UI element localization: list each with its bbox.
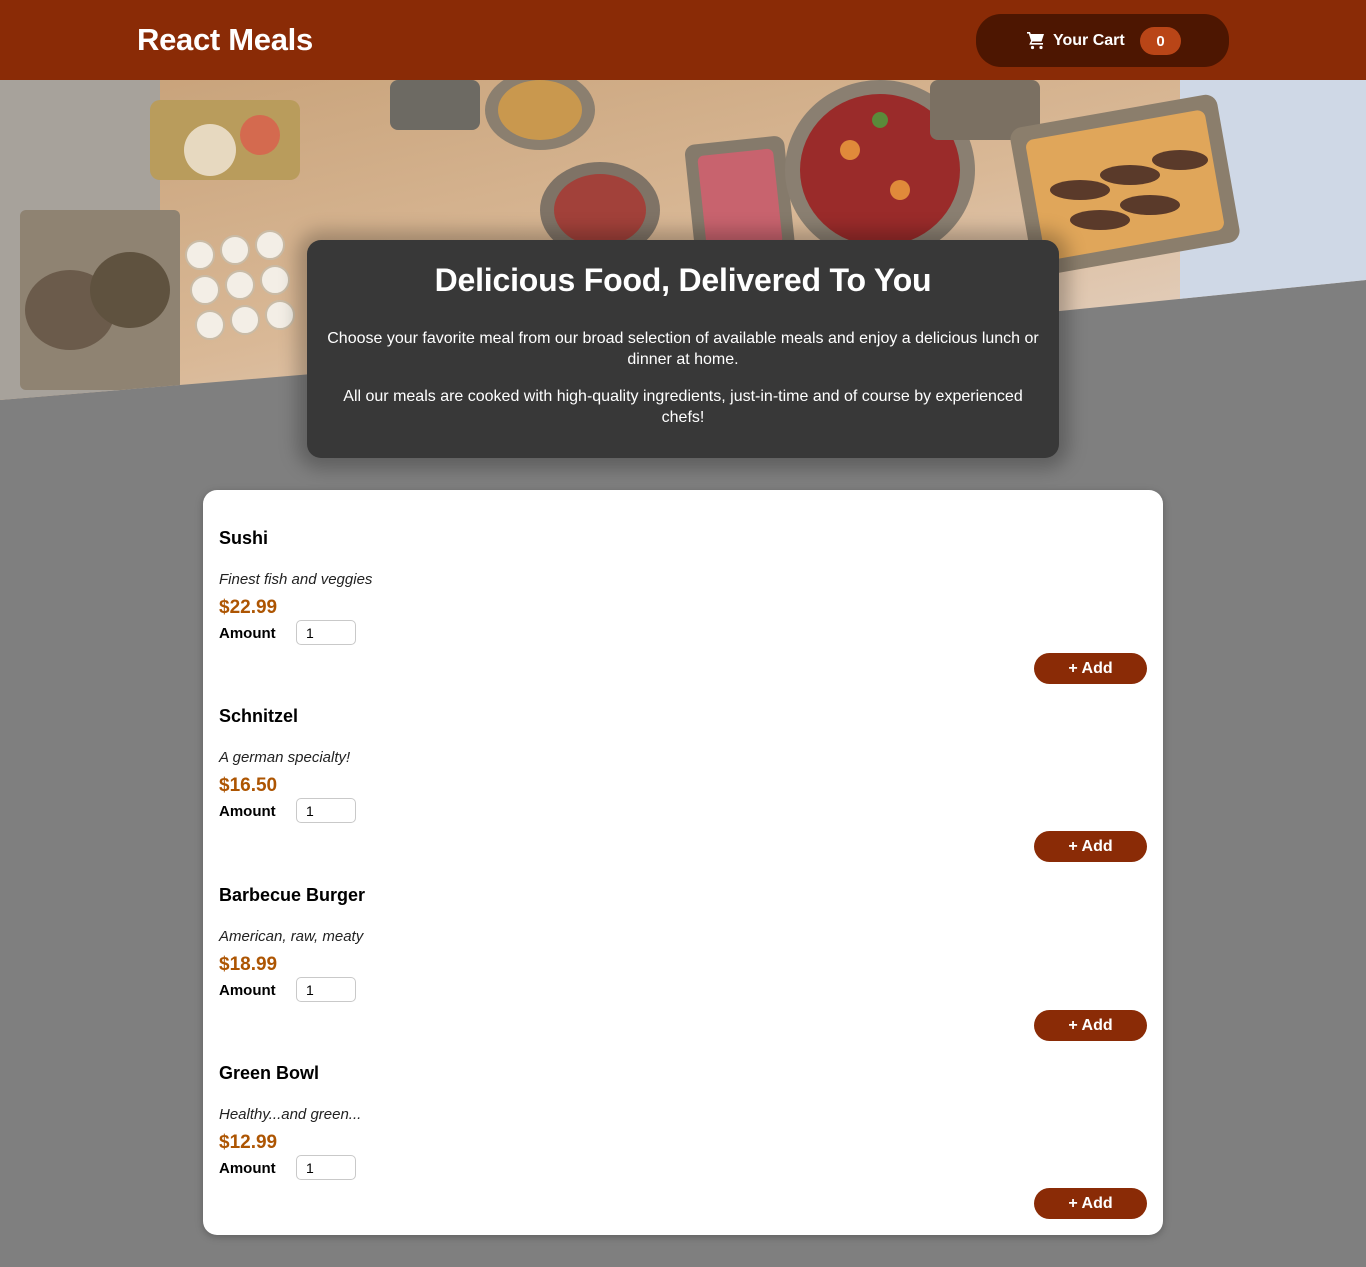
meal-name: Sushi (219, 528, 269, 548)
meal-description: Healthy...and green... (219, 1106, 362, 1123)
amount-input[interactable] (296, 798, 356, 823)
meal-name: Schnitzel (219, 706, 299, 726)
meal-description: A german specialty! (219, 749, 351, 766)
amount-input[interactable] (296, 977, 356, 1002)
cart-icon (1027, 32, 1044, 50)
meal-price: $22.99 (219, 597, 278, 618)
add-button[interactable]: + Add (1034, 653, 1147, 684)
meal-name: Barbecue Burger (219, 885, 366, 905)
summary-heading: Delicious Food, Delivered To You (434, 262, 932, 298)
meal-item: Barbecue Burger American, raw, meaty $18… (203, 847, 1163, 1041)
meal-item: Sushi Finest fish and veggies $22.99 Amo… (203, 490, 1163, 684)
meal-description: Finest fish and veggies (219, 571, 373, 588)
summary-paragraph-1: Choose your favorite meal from our broad… (327, 330, 1039, 368)
add-button[interactable]: + Add (1034, 1010, 1147, 1041)
meal-name: Green Bowl (219, 1063, 320, 1083)
cart-button[interactable]: Your Cart 0 (976, 14, 1229, 67)
amount-label: Amount (219, 982, 276, 999)
amount-label: Amount (219, 1160, 276, 1177)
cart-label: Your Cart (1053, 32, 1125, 49)
meal-item: Schnitzel A german specialty! $16.50 Amo… (203, 668, 1163, 862)
meal-description: American, raw, meaty (219, 928, 364, 945)
summary-paragraph-2: All our meals are cooked with high-quali… (343, 388, 1023, 426)
app-header: React Meals Your Cart 0 (0, 0, 1366, 80)
amount-input[interactable] (296, 1155, 356, 1180)
add-button[interactable]: + Add (1034, 1188, 1147, 1219)
amount-input[interactable] (296, 620, 356, 645)
meal-price: $18.99 (219, 954, 278, 975)
app-title: React Meals (137, 22, 313, 57)
meals-list: Sushi Finest fish and veggies $22.99 Amo… (203, 490, 1163, 1235)
add-button[interactable]: + Add (1034, 831, 1147, 862)
amount-label: Amount (219, 625, 276, 642)
meal-price: $12.99 (219, 1132, 278, 1153)
meals-summary: Delicious Food, Delivered To You Choose … (307, 240, 1059, 458)
meal-item: Green Bowl Healthy...and green... $12.99… (203, 1025, 1163, 1219)
meal-price: $16.50 (219, 775, 278, 796)
cart-count-badge: 0 (1140, 27, 1181, 55)
amount-label: Amount (219, 803, 276, 820)
